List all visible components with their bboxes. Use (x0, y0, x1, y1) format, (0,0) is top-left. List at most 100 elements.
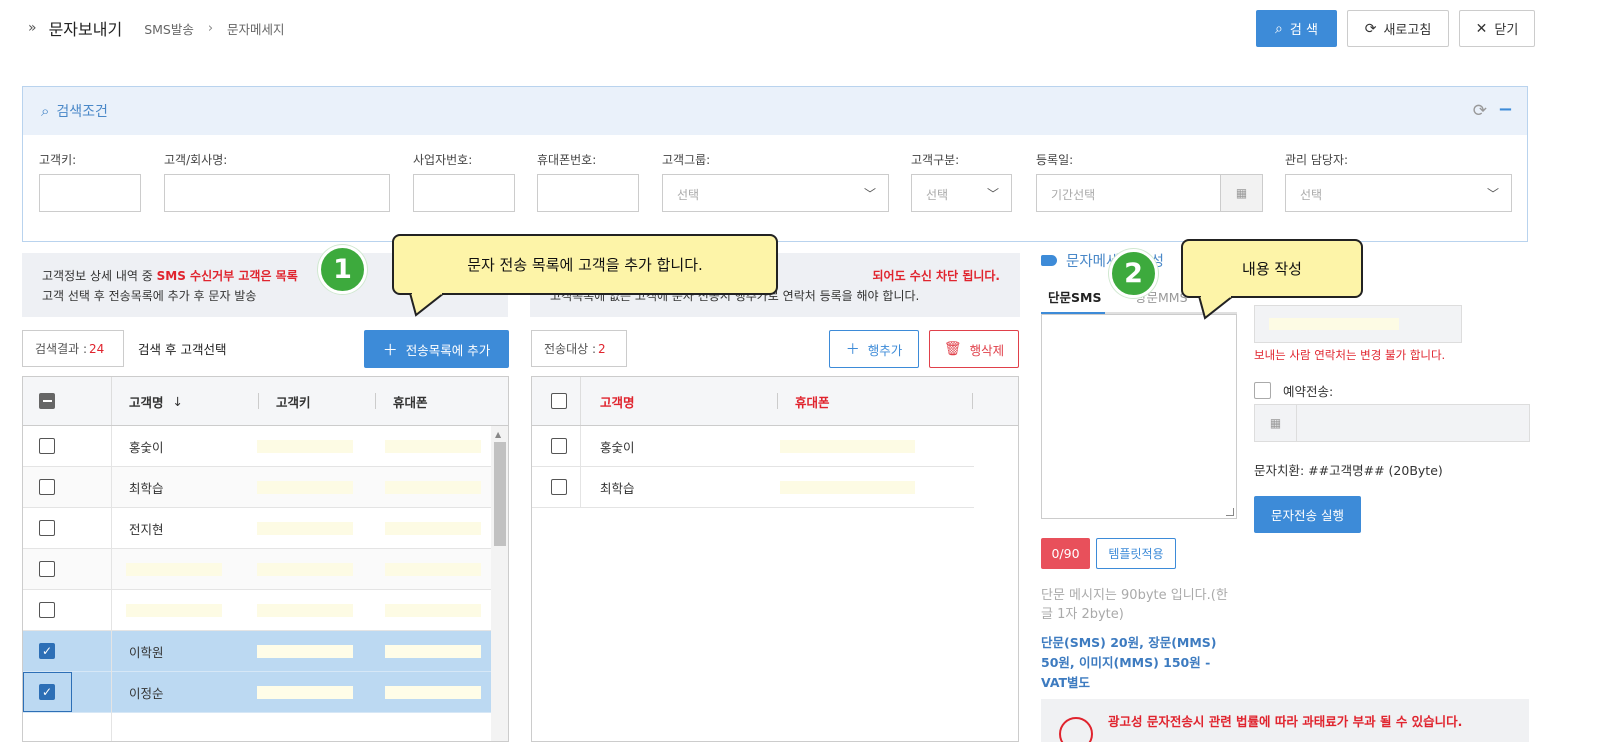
customer-group-select[interactable]: 선택 ﹀ (662, 174, 889, 212)
manager-label: 관리 담당자: (1285, 153, 1349, 167)
search-icon: ⌕ (41, 102, 50, 120)
masked-mobile (385, 645, 481, 658)
vertical-scrollbar[interactable]: ▲ (491, 426, 508, 741)
column-header-key[interactable]: 고객키 (276, 377, 311, 425)
table-row[interactable]: 전지현 (23, 508, 508, 549)
row-checkbox-cell (551, 467, 567, 507)
masked-customer-key (257, 440, 353, 453)
masked-customer-key (257, 563, 353, 576)
cell-customer-name: 최학습 (129, 480, 164, 496)
customer-type-select[interactable]: 선택 ﹀ (911, 174, 1012, 212)
masked-mobile (385, 686, 481, 699)
column-header-mobile[interactable]: 휴대폰 (795, 377, 830, 425)
search-button[interactable]: ⌕ 검 색 (1256, 10, 1337, 47)
tab-sms[interactable]: 단문SMS (1041, 287, 1105, 315)
breadcrumb-item-sms[interactable]: SMS발송 (144, 19, 194, 38)
masked-mobile (780, 481, 915, 494)
reload-icon[interactable]: ⟳ (1473, 101, 1487, 121)
column-divider (258, 393, 259, 409)
reservation-checkbox[interactable] (1254, 382, 1271, 399)
ad-warning-text: 광고성 문자전송시 관련 법률에 따라 과태료가 부과 될 수 있습니다. (1108, 714, 1463, 729)
sender-warning: 보내는 사람 연락처는 변경 불가 합니다. (1254, 348, 1446, 362)
customer-key-label: 고객키: (39, 153, 77, 167)
select-all-checkbox[interactable] (39, 393, 55, 409)
close-icon: ✕ (1475, 20, 1488, 37)
resize-handle-icon[interactable] (1226, 508, 1234, 516)
row-checkbox[interactable] (551, 438, 567, 454)
column-header-name[interactable]: 고객명 (600, 377, 635, 425)
masked-customer-name (126, 604, 222, 617)
delete-row-button[interactable]: 🗑 행삭제 (929, 330, 1019, 368)
target-label: 전송대상 : (544, 342, 597, 356)
callout-tail (408, 293, 446, 317)
table-row[interactable] (23, 549, 508, 590)
info-left-red: SMS 수신거부 고객은 목록 (156, 269, 298, 283)
select-all-checkbox[interactable] (551, 393, 567, 409)
table-row[interactable]: ✓ 이정순 (23, 672, 508, 713)
masked-customer-key (257, 604, 353, 617)
row-checkbox[interactable] (551, 479, 567, 495)
mobile-input[interactable] (537, 174, 639, 212)
masked-mobile (780, 440, 915, 453)
row-checkbox-cell: ✓ (39, 631, 55, 671)
reg-date-input[interactable]: 기간선택 ▦ (1036, 174, 1263, 212)
search-result-count: 검색결과 : 24 (22, 330, 124, 367)
sort-down-icon[interactable]: ↓ (173, 394, 183, 409)
reservation-datetime-input[interactable]: ▦ (1254, 404, 1530, 442)
table-row[interactable]: ✓ 이학원 (23, 631, 508, 672)
double-chevron-icon[interactable]: » (28, 20, 36, 36)
focus-outline (23, 672, 72, 712)
byte-count-badge: 0/90 (1041, 538, 1090, 569)
row-checkbox[interactable] (39, 438, 55, 454)
row-checkbox[interactable]: ✓ (39, 643, 55, 659)
masked-customer-key (257, 522, 353, 535)
scroll-thumb[interactable] (494, 442, 506, 546)
masked-mobile (385, 481, 481, 494)
message-textarea[interactable] (1041, 314, 1237, 519)
breadcrumb-item-message[interactable]: 문자메세지 (227, 19, 285, 38)
send-target-grid-body: 홍숯이최학습 (532, 426, 1018, 508)
column-divider (111, 377, 112, 425)
table-row[interactable]: 최학습 (23, 467, 508, 508)
column-header-mobile[interactable]: 휴대폰 (393, 377, 428, 425)
company-name-input[interactable] (164, 174, 390, 212)
calendar-icon[interactable]: ▦ (1220, 175, 1262, 211)
row-checkbox[interactable] (39, 602, 55, 618)
column-header-name[interactable]: 고객명 ↓ (129, 377, 183, 425)
add-to-send-list-button[interactable]: ＋ 전송목록에 추가 (364, 330, 509, 368)
cell-customer-name: 홍숯이 (600, 439, 635, 455)
reservation-toggle[interactable]: 예약전송: (1254, 381, 1333, 400)
send-target-grid: 고객명 휴대폰 홍숯이최학습 (531, 376, 1019, 742)
customer-grid: 고객명 ↓ 고객키 휴대폰 홍숯이최학습전지현 ✓ 이학원 ✓ 이정순 ▲ (22, 376, 509, 742)
refresh-button[interactable]: ⟳ 새로고침 (1347, 10, 1449, 47)
business-no-input[interactable] (413, 174, 515, 212)
table-row[interactable]: 최학습 (532, 467, 974, 508)
top-bar: » 문자보내기 SMS발송 › 문자메세지 ⌕ 검 색 ⟳ 새로고침 ✕ 닫기 (0, 0, 1600, 58)
cell-customer-name: 홍숯이 (129, 439, 164, 455)
cell-customer-name: 이학원 (129, 644, 164, 660)
row-checkbox-cell (39, 426, 55, 466)
scroll-up-icon[interactable]: ▲ (495, 430, 501, 439)
manager-select[interactable]: 선택 ﹀ (1285, 174, 1512, 212)
masked-mobile (385, 522, 481, 535)
send-message-button[interactable]: 문자전송 실행 (1254, 496, 1361, 533)
close-button[interactable]: ✕ 닫기 (1459, 10, 1535, 47)
calendar-icon[interactable]: ▦ (1255, 405, 1297, 441)
row-checkbox-cell (551, 426, 567, 466)
customer-key-input[interactable] (39, 174, 141, 212)
row-checkbox[interactable] (39, 479, 55, 495)
column-divider (580, 426, 581, 466)
callout-add-customers: 문자 전송 목록에 고객을 추가 합니다. (392, 234, 778, 317)
mobile-field: 휴대폰번호: (537, 151, 639, 212)
table-row[interactable] (23, 590, 508, 631)
apply-template-button[interactable]: 템플릿적용 (1096, 538, 1176, 569)
table-row[interactable]: 홍숯이 (23, 426, 508, 467)
row-checkbox[interactable] (39, 561, 55, 577)
row-checkbox[interactable] (39, 520, 55, 536)
add-row-label: 행추가 (867, 342, 903, 358)
table-row[interactable]: 홍숯이 (532, 426, 974, 467)
add-row-button[interactable]: ＋ 행추가 (829, 330, 919, 368)
select-hint: 검색 후 고객선택 (138, 342, 227, 357)
substitution-hint: 문자치환: ##고객명## (20Byte) (1254, 463, 1443, 478)
collapse-icon[interactable]: − (1498, 99, 1513, 120)
